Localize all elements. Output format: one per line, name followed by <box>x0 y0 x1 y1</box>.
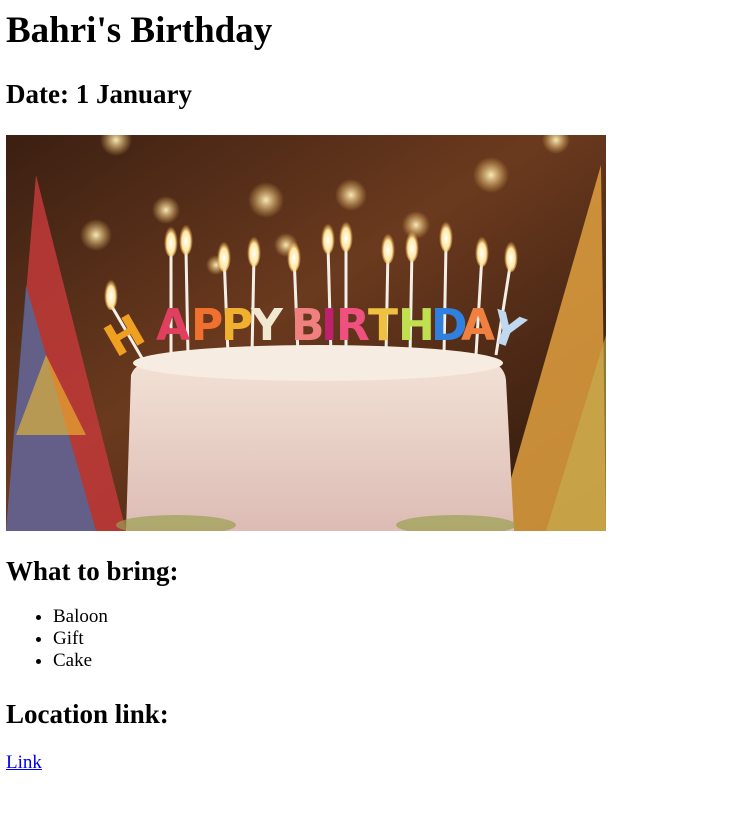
list-item: Gift <box>53 628 729 650</box>
location-link[interactable]: Link <box>6 752 42 774</box>
svg-text:P: P <box>221 300 253 351</box>
what-to-bring-heading: What to bring: <box>6 556 179 586</box>
date-heading: Date: 1 January <box>6 79 192 109</box>
svg-text:P: P <box>191 300 223 351</box>
page-title: Bahri's Birthday <box>6 10 273 51</box>
svg-text:R: R <box>336 300 370 351</box>
location-heading: Location link: <box>6 699 169 729</box>
birthday-cake-image: H A P P Y B I R T H D A Y <box>6 135 606 531</box>
svg-text:Y: Y <box>250 300 284 351</box>
svg-text:H: H <box>398 300 435 351</box>
svg-text:I: I <box>321 300 337 351</box>
list-item: Baloon <box>53 606 729 628</box>
list-item: Cake <box>53 650 729 672</box>
svg-text:T: T <box>368 300 398 351</box>
svg-text:A: A <box>156 300 190 351</box>
svg-text:B: B <box>291 300 325 351</box>
bring-list: Baloon Gift Cake <box>6 606 729 672</box>
